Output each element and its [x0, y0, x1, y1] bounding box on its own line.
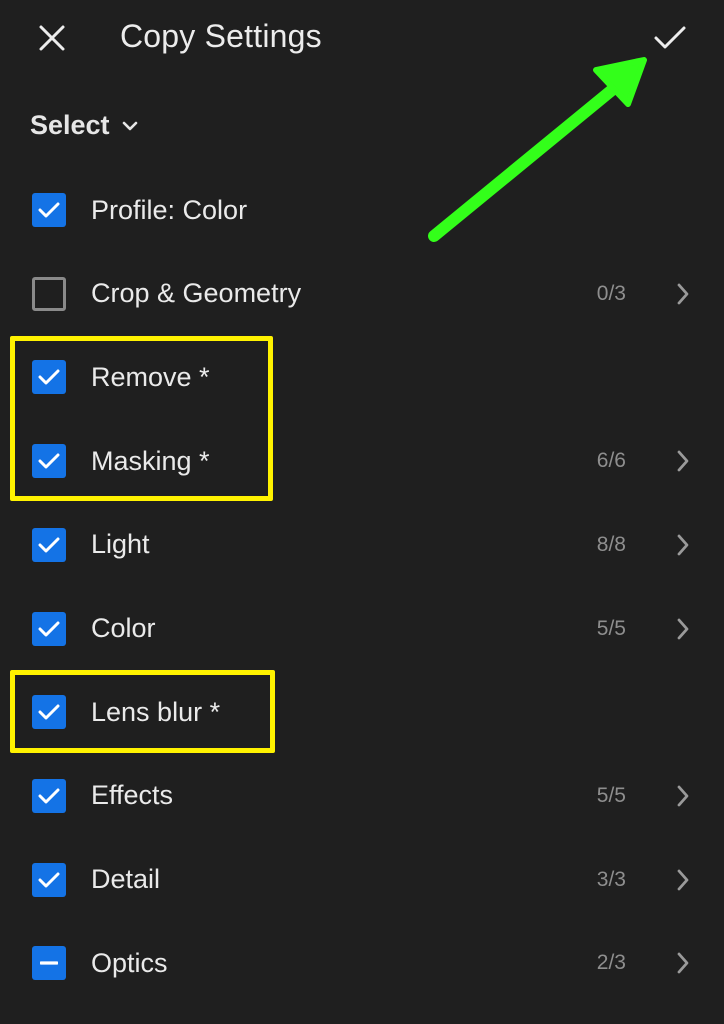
- settings-row[interactable]: Crop & Geometry 0/3: [0, 252, 724, 336]
- settings-row-label: Color: [91, 613, 156, 643]
- checkbox[interactable]: [32, 193, 66, 227]
- chevron-right-icon[interactable]: [672, 530, 694, 560]
- chevron-down-icon: [122, 120, 138, 132]
- settings-row[interactable]: Detail 3/3: [0, 838, 724, 922]
- settings-row-label: Effects: [91, 780, 174, 811]
- highlight-box-remove-masking: [10, 336, 273, 501]
- chevron-right-icon[interactable]: [672, 446, 694, 476]
- settings-row[interactable]: Profile: Color: [0, 168, 724, 252]
- settings-row[interactable]: Light 8/8: [0, 503, 724, 587]
- settings-row-label: Detail: [91, 864, 161, 895]
- select-label: Select: [30, 110, 110, 140]
- settings-row[interactable]: Color 5/5: [0, 587, 724, 671]
- check-icon: [38, 621, 60, 636]
- settings-row[interactable]: Effects 5/5: [0, 754, 724, 838]
- settings-row-count: 6/6: [596, 449, 626, 473]
- checkbox[interactable]: [32, 946, 66, 981]
- settings-row-count: 3/3: [596, 867, 626, 891]
- chevron-right-icon[interactable]: [672, 614, 694, 644]
- copy-settings-screen: Copy Settings Select Profile: Color Crop …: [0, 0, 724, 1024]
- checkmark-icon: [654, 26, 686, 49]
- settings-row-label: Profile: Color: [91, 194, 248, 225]
- settings-row-count: 2/3: [596, 951, 626, 975]
- checkbox[interactable]: [32, 778, 66, 813]
- settings-row-label: Optics: [91, 947, 168, 978]
- checkbox[interactable]: [32, 862, 66, 897]
- settings-row-label: Light: [91, 529, 150, 560]
- highlight-box-lens-blur: [10, 670, 275, 753]
- settings-row-count: 5/5: [596, 783, 626, 807]
- chevron-right-icon[interactable]: [672, 279, 694, 309]
- page-title: Copy Settings: [120, 18, 322, 54]
- checkbox[interactable]: [32, 611, 66, 646]
- chevron-right-icon[interactable]: [672, 865, 694, 895]
- close-button[interactable]: [28, 14, 76, 62]
- settings-row-count: 5/5: [596, 616, 626, 640]
- settings-row-count: 0/3: [596, 281, 626, 305]
- close-icon: [39, 25, 65, 51]
- check-icon: [38, 202, 60, 218]
- checkbox[interactable]: [32, 276, 66, 311]
- header-bar: Copy Settings: [0, 0, 724, 80]
- settings-row-label: Crop & Geometry: [91, 278, 302, 309]
- chevron-right-icon[interactable]: [672, 781, 694, 811]
- check-icon: [38, 872, 60, 888]
- settings-row[interactable]: Optics 2/3: [0, 921, 724, 1005]
- select-dropdown[interactable]: Select: [30, 110, 138, 141]
- checkbox[interactable]: [32, 527, 66, 562]
- settings-row-count: 8/8: [596, 532, 626, 556]
- check-icon: [38, 537, 60, 553]
- confirm-button[interactable]: [646, 14, 694, 62]
- chevron-right-icon[interactable]: [672, 948, 694, 978]
- check-icon: [38, 788, 60, 804]
- minus-icon: [40, 961, 58, 965]
